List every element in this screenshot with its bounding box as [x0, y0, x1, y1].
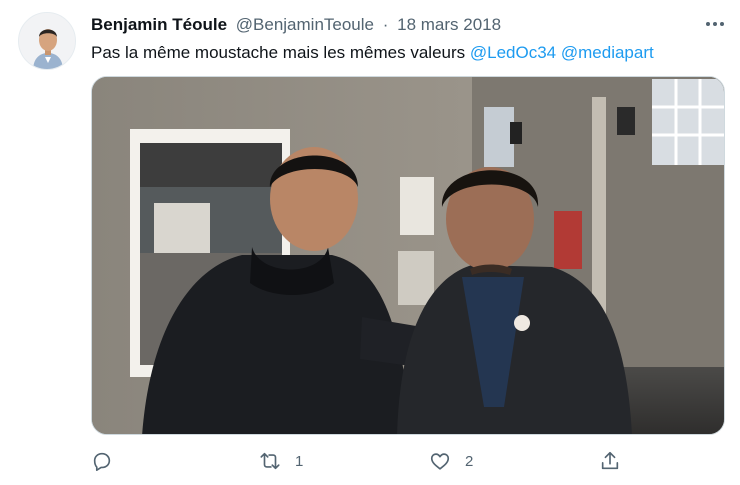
- avatar[interactable]: [18, 12, 76, 70]
- tweet-header: Benjamin Téoule @BenjaminTeoule · 18 mar…: [91, 14, 501, 36]
- tweet-card[interactable]: Benjamin Téoule @BenjaminTeoule · 18 mar…: [0, 0, 740, 485]
- tweet-date[interactable]: 18 mars 2018: [397, 15, 501, 34]
- share-button[interactable]: [599, 447, 621, 475]
- mention-mediapart[interactable]: @mediapart: [561, 43, 654, 62]
- author-handle[interactable]: @BenjaminTeoule: [236, 15, 374, 34]
- like-button[interactable]: 2: [429, 447, 473, 475]
- retweet-icon: [260, 452, 280, 470]
- mention-ledoc34[interactable]: @LedOc34: [470, 43, 556, 62]
- reply-icon: [93, 452, 111, 471]
- author-name[interactable]: Benjamin Téoule: [91, 15, 227, 34]
- share-icon: [601, 451, 619, 470]
- tweet-photo[interactable]: [91, 76, 725, 435]
- separator: ·: [382, 15, 389, 34]
- action-bar: 1 2: [91, 447, 631, 475]
- avatar-image: [19, 13, 75, 69]
- tweet-text: Pas la même moustache mais les mêmes val…: [91, 42, 654, 64]
- photo-image: [92, 77, 724, 434]
- reply-button[interactable]: [91, 447, 127, 475]
- like-count: 2: [465, 452, 474, 470]
- retweet-count: 1: [295, 452, 304, 470]
- retweet-button[interactable]: 1: [259, 447, 303, 475]
- tweet-body: Pas la même moustache mais les mêmes val…: [91, 43, 466, 62]
- more-icon[interactable]: [700, 12, 730, 36]
- like-icon: [430, 453, 450, 470]
